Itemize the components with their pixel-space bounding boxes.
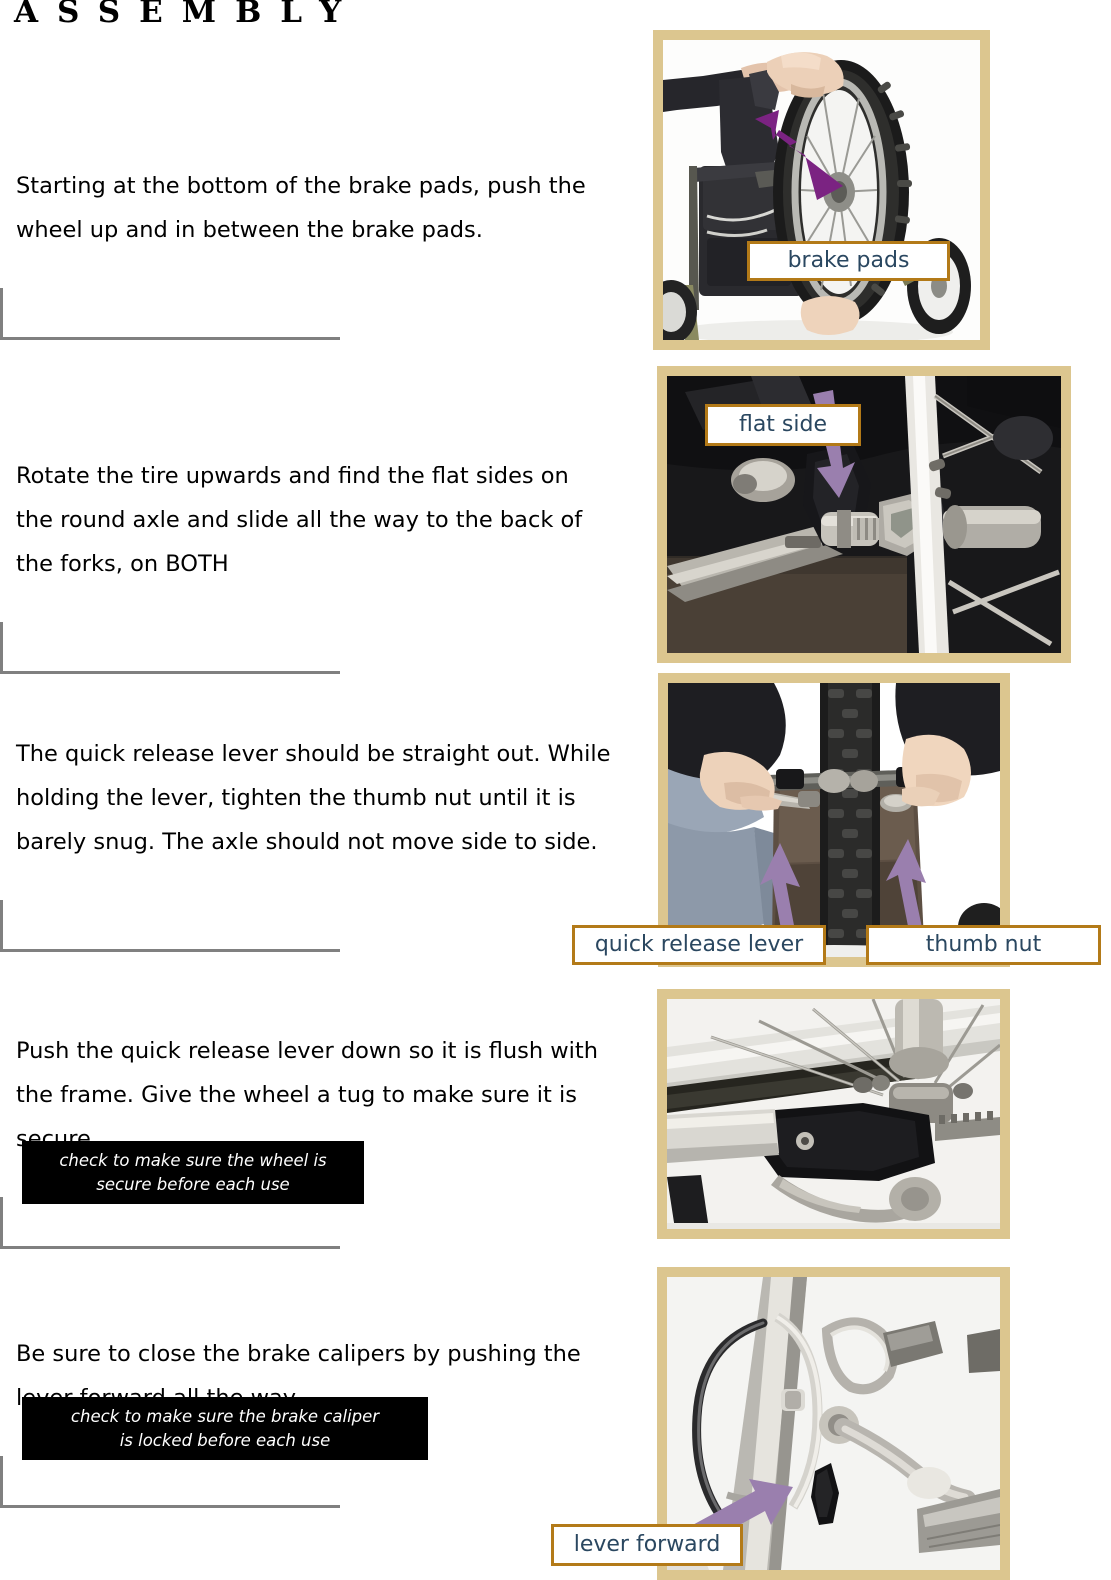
step-2-body: Rotate the tire upwards and find the fla… xyxy=(16,463,583,577)
step-4-left-rule xyxy=(0,1197,3,1249)
step-4-body: Push the quick release lever down so it … xyxy=(16,1038,599,1152)
photo-frame-brake-pads xyxy=(653,30,990,350)
callout-flat-side: flat side xyxy=(705,404,861,446)
step-2-left-rule xyxy=(0,622,3,674)
step-1-bottom-rule xyxy=(0,337,340,340)
step-5-bottom-rule xyxy=(0,1505,340,1508)
photo-lever-flush xyxy=(667,999,1000,1229)
step-3-left-rule xyxy=(0,900,3,952)
step-1-body: Starting at the bottom of the brake pads… xyxy=(16,173,586,243)
step-5-left-rule xyxy=(0,1456,3,1508)
callout-thumb-nut: thumb nut xyxy=(866,925,1101,965)
callout-lever-forward: lever forward xyxy=(551,1524,743,1566)
step-4-bottom-rule xyxy=(0,1246,340,1249)
step-text-4: Push the quick release lever down so it … xyxy=(0,985,600,1249)
caution-box-wheel-secure: check to make sure the wheel is secure b… xyxy=(22,1141,364,1204)
photo-frame-quick-release xyxy=(658,673,1010,967)
photo-brake-pads xyxy=(663,40,980,340)
caution-box-caliper-locked: check to make sure the brake caliper is … xyxy=(22,1397,428,1460)
step-3-body: The quick release lever should be straig… xyxy=(16,741,611,855)
photo-quick-release xyxy=(668,683,1000,957)
callout-quick-release-lever: quick release lever xyxy=(572,925,826,965)
step-3-bottom-rule xyxy=(0,949,340,952)
step-text-2: Rotate the tire upwards and find the fla… xyxy=(0,410,600,674)
callout-brake-pads: brake pads xyxy=(747,241,950,281)
step-1-left-rule xyxy=(0,288,3,340)
page-title: ASSEMBLY xyxy=(14,0,361,30)
step-2-bottom-rule xyxy=(0,671,340,674)
step-text-3: The quick release lever should be straig… xyxy=(0,688,620,952)
step-text-1: Starting at the bottom of the brake pads… xyxy=(0,120,600,340)
photo-frame-lever-flush xyxy=(657,989,1010,1239)
